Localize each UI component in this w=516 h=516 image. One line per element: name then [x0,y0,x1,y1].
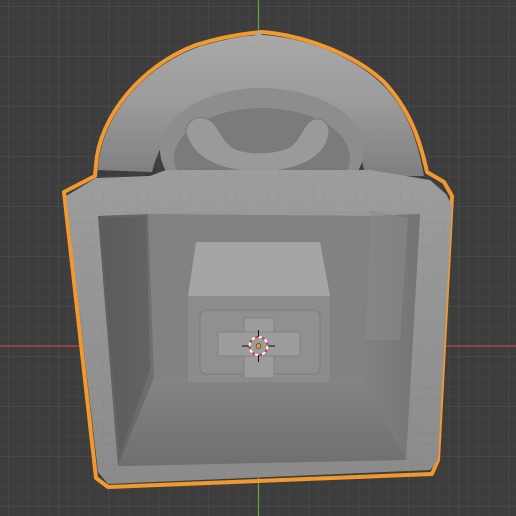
key-block-top [188,242,330,296]
viewport-canvas[interactable] [0,0,516,516]
3d-viewport[interactable] [0,0,516,516]
object-origin-icon [255,343,262,349]
cavity-floor [118,376,406,466]
padlock-mesh[interactable] [62,30,454,489]
